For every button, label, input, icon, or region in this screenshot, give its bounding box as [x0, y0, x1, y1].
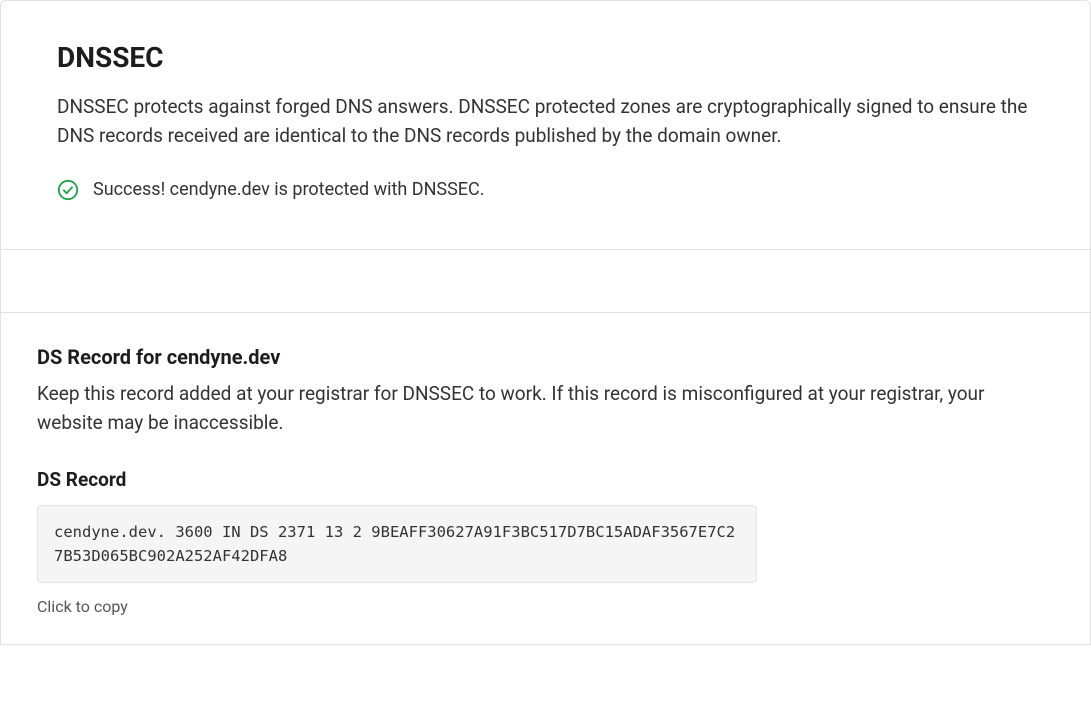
dnssec-success-row: Success! cendyne.dev is protected with D…	[57, 179, 1034, 201]
card-spacer	[0, 250, 1091, 312]
click-to-copy-hint: Click to copy	[37, 597, 1054, 616]
ds-record-description: Keep this record added at your registrar…	[37, 379, 1054, 438]
success-check-icon	[57, 179, 79, 201]
ds-record-value[interactable]: cendyne.dev. 3600 IN DS 2371 13 2 9BEAFF…	[37, 505, 757, 583]
dnssec-success-message: Success! cendyne.dev is protected with D…	[93, 179, 484, 200]
dnssec-description: DNSSEC protects against forged DNS answe…	[57, 92, 1034, 151]
ds-record-card: DS Record for cendyne.dev Keep this reco…	[0, 312, 1091, 645]
ds-record-subheading: DS Record	[37, 468, 1054, 491]
ds-record-heading: DS Record for cendyne.dev	[37, 345, 1054, 369]
dnssec-title: DNSSEC	[57, 41, 1034, 74]
dnssec-card: DNSSEC DNSSEC protects against forged DN…	[0, 0, 1091, 250]
